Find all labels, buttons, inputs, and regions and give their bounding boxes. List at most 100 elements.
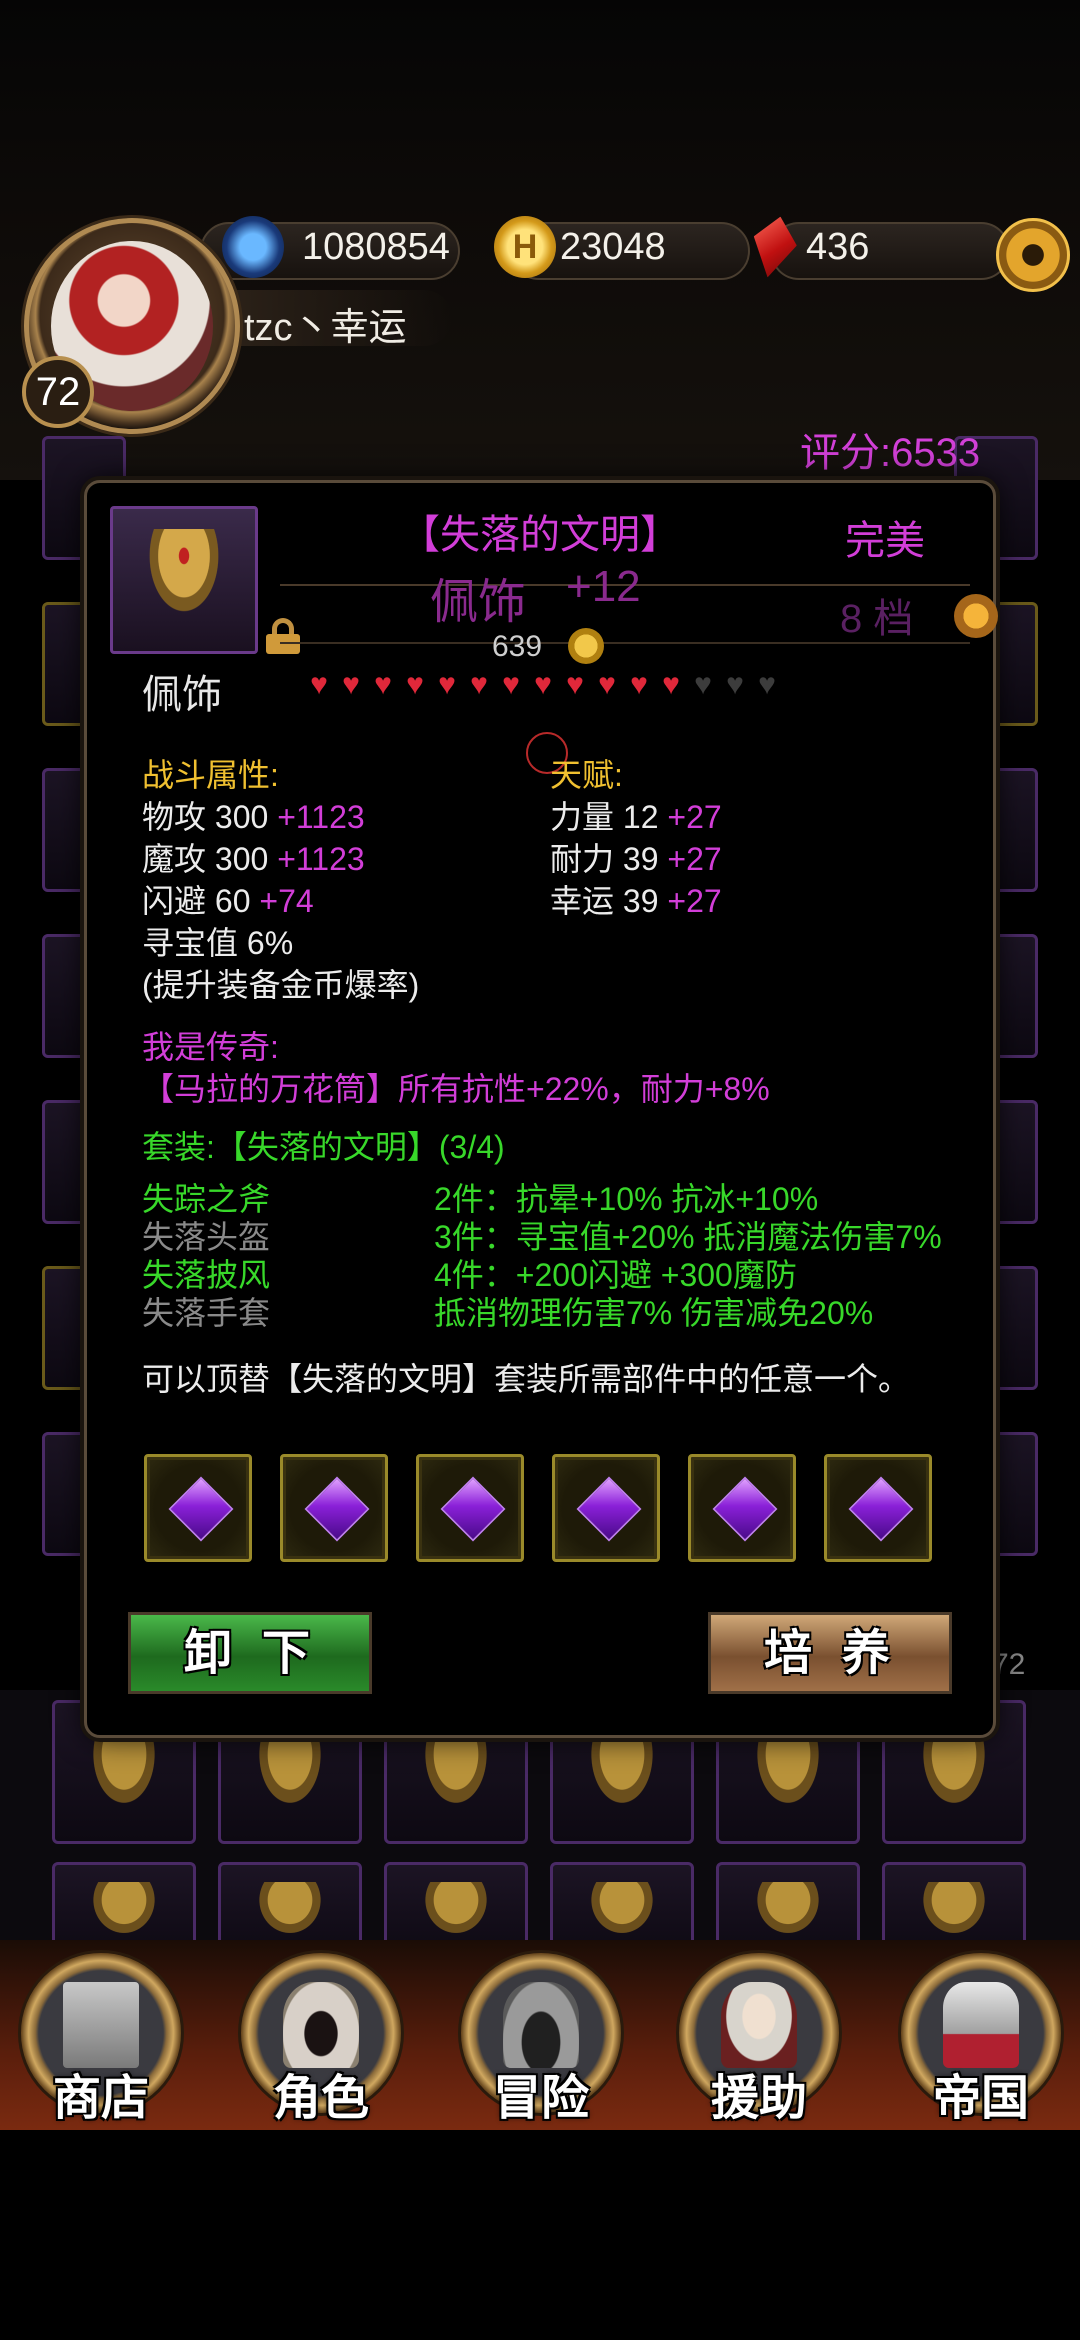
nav-character-label: 角色 bbox=[272, 2070, 369, 2126]
talent-bonus: +27 bbox=[667, 883, 722, 919]
nav-assist-label: 援助 bbox=[710, 2070, 807, 2126]
heart-empty-icon: ♥ bbox=[758, 668, 776, 701]
companion-portrait-icon bbox=[720, 1981, 798, 2069]
heart-filled-icon: ♥ bbox=[502, 668, 520, 701]
talent-row: 力量 12 +27 bbox=[550, 792, 722, 838]
coin-icon bbox=[568, 628, 604, 664]
heart-empty-icon: ♥ bbox=[726, 668, 744, 701]
purple-gem-icon bbox=[576, 1476, 642, 1542]
stat-base: 寻宝值 6% bbox=[142, 925, 294, 961]
gem-slot[interactable] bbox=[824, 1454, 932, 1562]
stat-bonus: +1123 bbox=[277, 799, 365, 835]
talent-row: 幸运 39 +27 bbox=[550, 876, 722, 922]
cup-icon bbox=[417, 1881, 495, 1943]
cup-icon bbox=[251, 1881, 329, 1943]
player-name: tzc丶幸运 bbox=[244, 307, 407, 349]
talent-bonus: +27 bbox=[667, 799, 722, 835]
stat-base: 闪避 60 bbox=[142, 883, 251, 919]
stat-row: 闪避 60 +74 bbox=[142, 876, 314, 922]
heart-filled-icon: ♥ bbox=[438, 668, 456, 701]
legend-header: 我是传奇: bbox=[142, 1029, 279, 1065]
cup-icon bbox=[251, 1727, 329, 1817]
gem-slot[interactable] bbox=[552, 1454, 660, 1562]
cup-icon bbox=[583, 1881, 661, 1943]
legend-text: 【马拉的万花筒】所有抗性+22%，耐力+8% bbox=[142, 1071, 770, 1107]
purple-gem-icon bbox=[848, 1476, 914, 1542]
talent-row: 耐力 39 +27 bbox=[550, 834, 722, 880]
settings-gear-icon[interactable] bbox=[996, 218, 1070, 292]
nav-empire-label: 帝国 bbox=[932, 2070, 1029, 2126]
cup-icon bbox=[85, 1881, 163, 1943]
heart-filled-icon: ♥ bbox=[310, 668, 328, 701]
gem-value: 436 bbox=[806, 226, 870, 268]
speaker-icon[interactable] bbox=[954, 594, 998, 638]
nav-adventure-label: 冒险 bbox=[492, 2070, 589, 2126]
nav-shop-label: 商店 bbox=[52, 2070, 149, 2126]
cup-icon bbox=[749, 1881, 827, 1943]
talent-base: 幸运 39 bbox=[550, 883, 659, 919]
heart-filled-icon: ♥ bbox=[470, 668, 488, 701]
combat-stats-header: 战斗属性: bbox=[142, 757, 279, 793]
cup-icon bbox=[915, 1881, 993, 1943]
crown-icon bbox=[942, 1981, 1020, 2069]
gem-slot[interactable] bbox=[416, 1454, 524, 1562]
item-grade: 8 档 bbox=[840, 597, 914, 641]
stat-row: 魔攻 300 +1123 bbox=[142, 834, 365, 880]
gem-slot[interactable] bbox=[144, 1454, 252, 1562]
item-enhance-level: +12 bbox=[566, 562, 641, 611]
set-bonus: 抵消物理伤害7% 伤害减免20% bbox=[434, 1295, 874, 1331]
talent-base: 力量 12 bbox=[550, 799, 659, 835]
stat-row: 物攻 300 +1123 bbox=[142, 792, 365, 838]
slot-name: 佩饰 bbox=[142, 673, 222, 717]
cup-icon bbox=[417, 1727, 495, 1817]
cup-icon bbox=[749, 1727, 827, 1817]
cup-icon bbox=[85, 1727, 163, 1817]
item-quality: 完美 bbox=[845, 519, 925, 563]
talent-bonus: +27 bbox=[667, 841, 722, 877]
replace-note: 可以顶替【失落的文明】套装所需部件中的任意一个。 bbox=[142, 1361, 911, 1397]
treasure-note: (提升装备金币爆率) bbox=[142, 967, 420, 1003]
hooded-figure-icon bbox=[282, 1981, 360, 2069]
level-badge: 72 bbox=[22, 356, 94, 428]
heart-filled-icon: ♥ bbox=[630, 668, 648, 701]
cup-icon bbox=[583, 1727, 661, 1817]
unequip-button[interactable]: 卸下 bbox=[128, 1612, 372, 1694]
set-piece-missing: 失落手套 bbox=[142, 1295, 271, 1331]
item-type: 佩饰 bbox=[430, 576, 527, 629]
gold-value: 23048 bbox=[560, 226, 666, 268]
heart-empty-icon: ♥ bbox=[694, 668, 712, 701]
gem-slot[interactable] bbox=[280, 1454, 388, 1562]
item-price: 639 bbox=[492, 630, 543, 663]
talent-header: 天赋: bbox=[550, 757, 623, 793]
set-header: 套装:【失落的文明】(3/4) bbox=[142, 1129, 505, 1165]
stat-bonus: +1123 bbox=[277, 841, 365, 877]
unlock-icon[interactable] bbox=[266, 618, 300, 654]
exp-value: 1080854 bbox=[302, 226, 450, 268]
heart-rating: ♥ ♥ ♥ ♥ ♥ ♥ ♥ ♥ ♥ ♥ ♥ ♥ ♥ ♥ ♥ bbox=[304, 670, 782, 700]
heart-filled-icon: ♥ bbox=[342, 668, 360, 701]
purple-gem-icon bbox=[168, 1476, 234, 1542]
heart-filled-icon: ♥ bbox=[374, 668, 392, 701]
heart-filled-icon: ♥ bbox=[662, 668, 680, 701]
gem-slot[interactable] bbox=[688, 1454, 796, 1562]
exp-orb-icon bbox=[222, 216, 284, 278]
stat-bonus: +74 bbox=[259, 883, 314, 919]
heart-filled-icon: ♥ bbox=[534, 668, 552, 701]
heart-filled-icon: ♥ bbox=[598, 668, 616, 701]
purple-gem-icon bbox=[712, 1476, 778, 1542]
stat-base: 物攻 300 bbox=[142, 799, 269, 835]
gold-coin-icon: H bbox=[494, 216, 556, 278]
heart-filled-icon: ♥ bbox=[566, 668, 584, 701]
castle-icon bbox=[62, 1981, 140, 2069]
heart-filled-icon: ♥ bbox=[406, 668, 424, 701]
purple-gem-icon bbox=[440, 1476, 506, 1542]
score-text: 评分:6533 bbox=[800, 431, 981, 475]
purple-gem-icon bbox=[304, 1476, 370, 1542]
dungeon-gate-icon bbox=[502, 1981, 580, 2069]
stat-row: 寻宝值 6% bbox=[142, 918, 293, 964]
inventory-count: 72 bbox=[992, 1648, 1026, 1681]
talent-base: 耐力 39 bbox=[550, 841, 659, 877]
cup-icon bbox=[915, 1727, 993, 1817]
train-button[interactable]: 培养 bbox=[708, 1612, 952, 1694]
stat-base: 魔攻 300 bbox=[142, 841, 269, 877]
